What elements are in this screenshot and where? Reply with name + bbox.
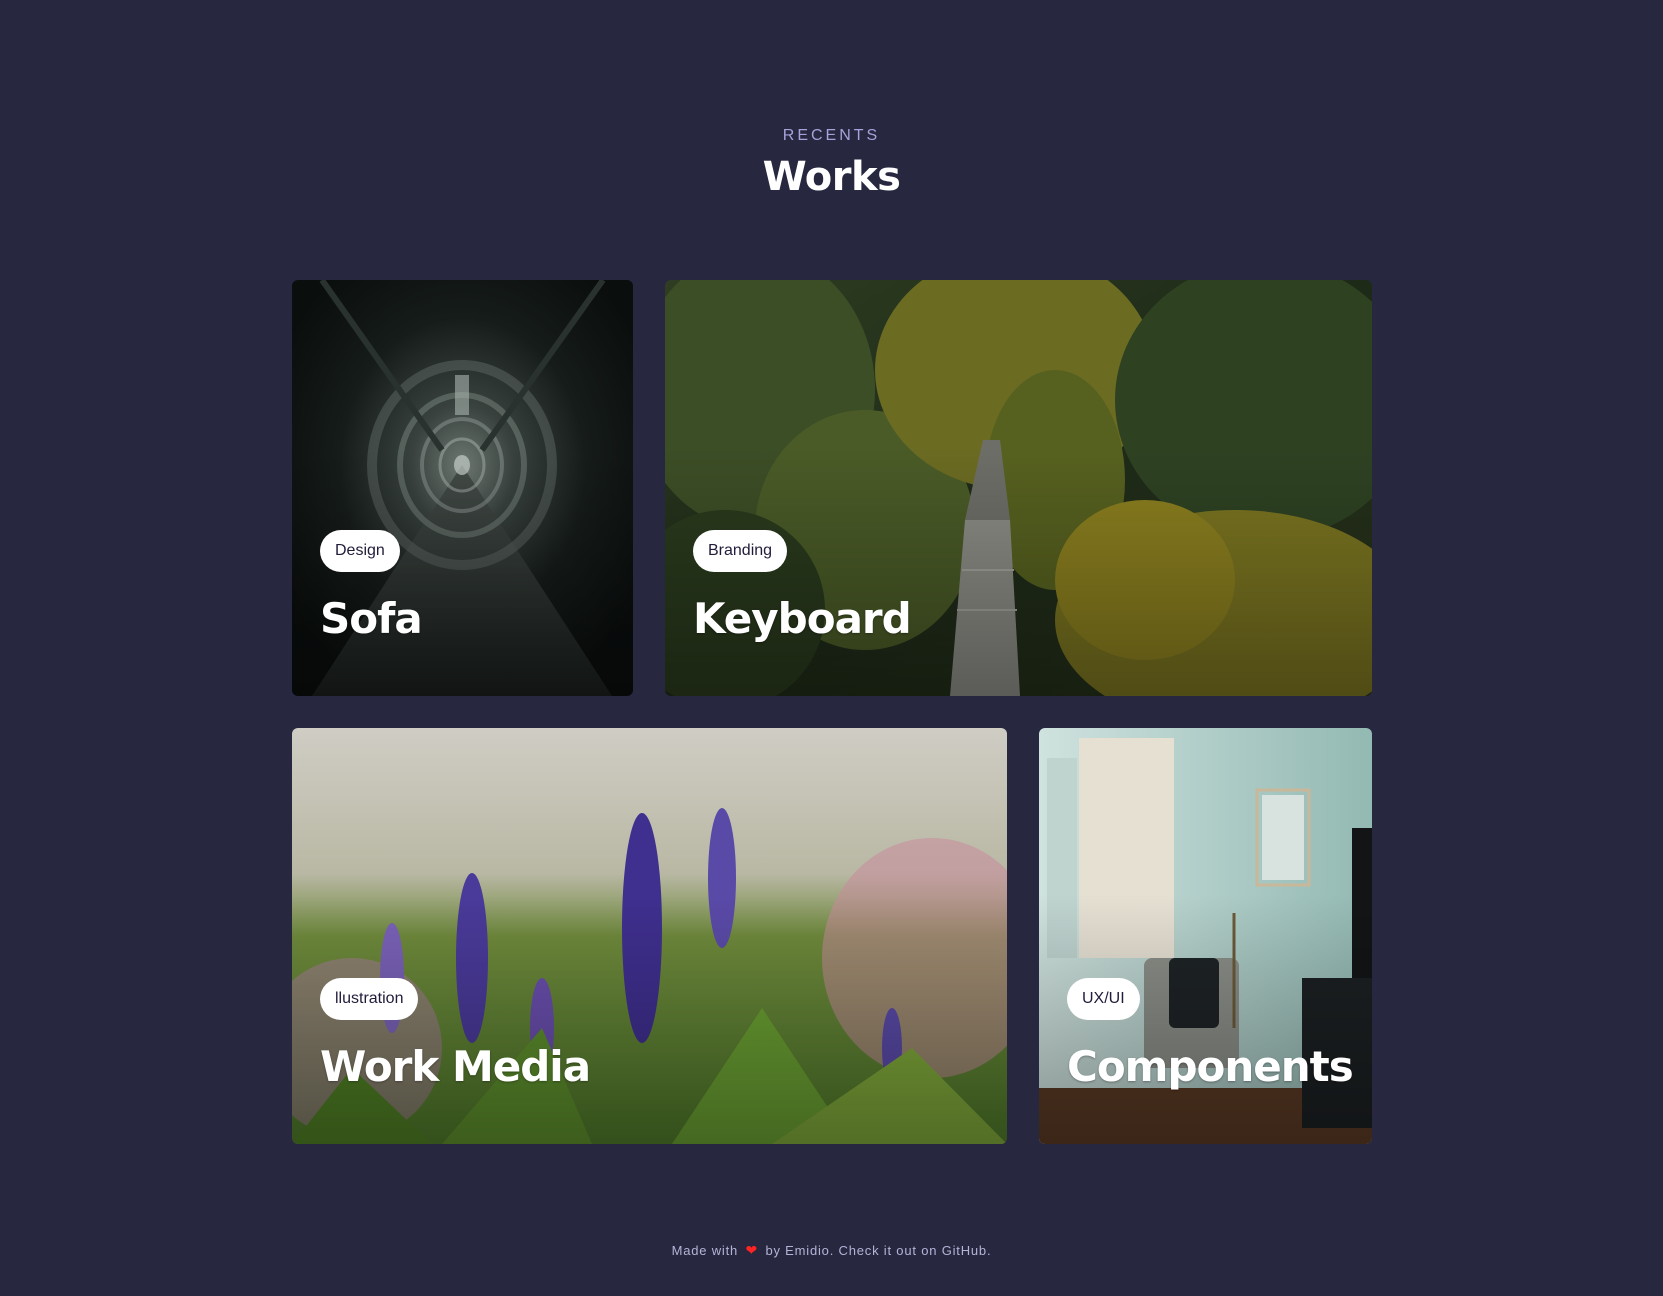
work-card-keyboard[interactable]: Branding Keyboard (665, 280, 1372, 696)
footer: Made with ❤ by Emidio. Check it out on G… (0, 1242, 1663, 1259)
section-title: Works (762, 154, 901, 200)
section-header: RECENTS Works (0, 126, 1663, 202)
category-tag[interactable]: llustration (320, 978, 419, 1020)
github-link[interactable]: GitHub (942, 1243, 987, 1258)
work-card-work-media[interactable]: llustration Work Media (292, 728, 1007, 1144)
work-card-sofa[interactable]: Design Sofa (292, 280, 633, 696)
work-card-components[interactable]: UX/UI Components (1039, 728, 1372, 1144)
section-eyebrow: RECENTS (782, 127, 881, 144)
category-tag[interactable]: Branding (693, 530, 788, 572)
heart-icon: ❤ (745, 1242, 759, 1258)
category-tag[interactable]: Design (320, 530, 400, 572)
card-title: Work Media (320, 1042, 591, 1091)
footer-made-with: Made with (671, 1243, 739, 1258)
category-tag[interactable]: UX/UI (1067, 978, 1140, 1020)
card-title: Sofa (320, 594, 423, 643)
footer-by-text: by Emidio. Check it out on (765, 1243, 938, 1258)
card-title: Components (1067, 1042, 1354, 1091)
footer-period: . (986, 1243, 992, 1258)
card-title: Keyboard (693, 594, 912, 643)
